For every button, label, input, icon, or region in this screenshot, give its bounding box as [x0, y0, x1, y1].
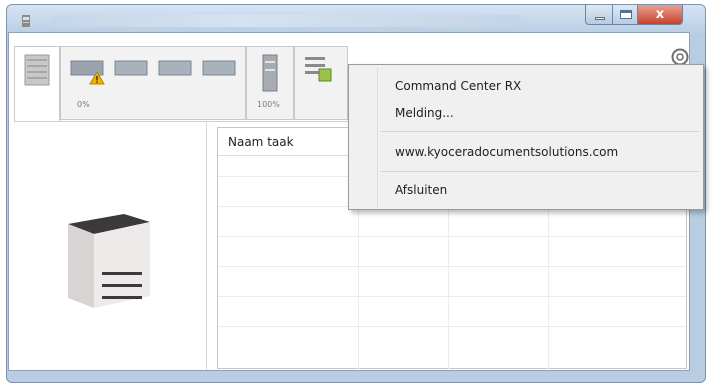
panel-divider	[206, 122, 207, 370]
column-header-job-name[interactable]: Naam taak	[228, 135, 294, 149]
menu-item-website[interactable]: www.kyoceradocumentsolutions.com	[395, 145, 618, 159]
table-row	[218, 236, 686, 237]
printer-app-icon	[22, 15, 30, 27]
menu-item-notification[interactable]: Melding...	[395, 106, 454, 120]
minimize-icon	[595, 17, 605, 20]
menu-item-exit[interactable]: Afsluiten	[395, 183, 447, 197]
warning-icon	[89, 71, 105, 85]
tab-output-trays-label: 100%	[257, 100, 280, 109]
minimize-button[interactable]	[585, 5, 613, 25]
menu-item-command-center[interactable]: Command Center RX	[395, 79, 521, 93]
table-row	[218, 296, 686, 297]
close-button[interactable]: x	[637, 5, 683, 25]
printer-device-icon	[24, 54, 50, 86]
menu-separator	[381, 171, 699, 172]
table-row	[218, 326, 686, 327]
tab-device-status[interactable]	[14, 46, 60, 122]
menu-separator	[381, 131, 699, 132]
window-title	[51, 15, 521, 27]
tab-input-trays-label: 0%	[77, 100, 90, 109]
menu-icon-gutter	[377, 67, 378, 207]
maximize-icon	[620, 10, 632, 19]
printer-device-icon	[68, 214, 150, 308]
tab-job-list[interactable]	[294, 46, 348, 120]
close-icon: x	[655, 7, 665, 22]
context-menu: Command Center RX Melding... www.kyocera…	[348, 64, 704, 210]
tab-output-trays[interactable]: 100%	[246, 46, 294, 120]
job-list-icon	[305, 57, 332, 82]
table-row	[218, 266, 686, 267]
maximize-button[interactable]	[612, 5, 638, 25]
output-tray-icon	[262, 54, 278, 92]
tab-input-trays[interactable]: 0%	[60, 46, 246, 120]
